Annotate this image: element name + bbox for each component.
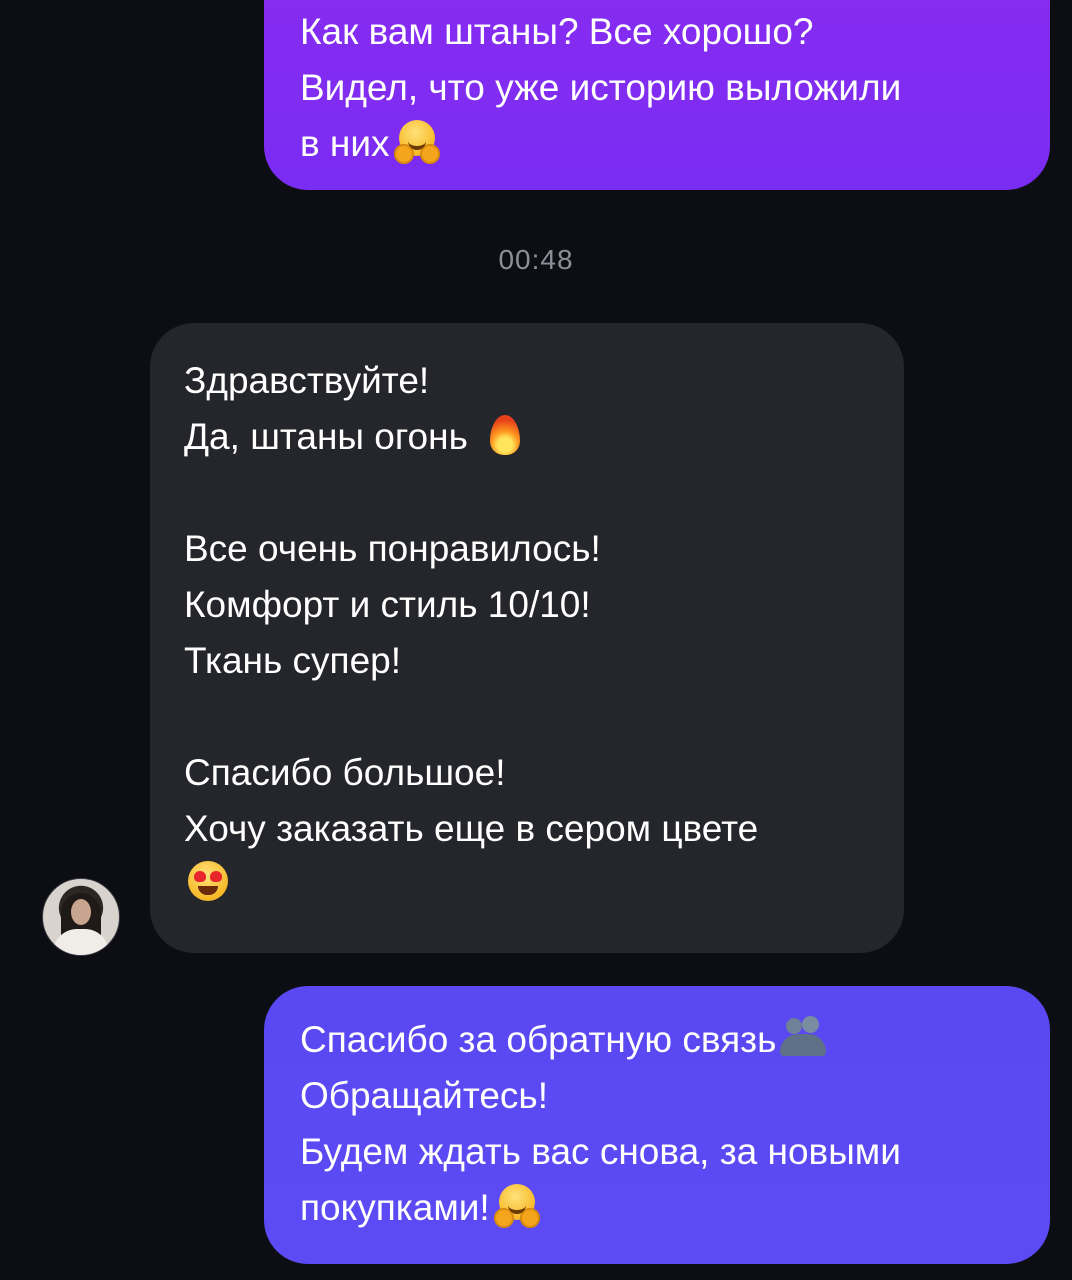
message-line: Здравствуйте! — [184, 360, 430, 401]
message-line-text: в них — [300, 123, 390, 164]
message-line-text: Да, штаны огонь — [184, 416, 468, 457]
message-line — [184, 689, 904, 745]
message-line: Все очень понравилось! — [184, 528, 601, 569]
avatar[interactable] — [42, 878, 120, 956]
message-timestamp: 00:48 — [498, 244, 574, 275]
message-line — [184, 857, 904, 913]
incoming-message[interactable]: Здравствуйте! Да, штаны огонь Все очень … — [150, 323, 904, 953]
smiling-face-with-open-hands-icon — [393, 118, 440, 164]
message-line: в них — [300, 116, 1050, 172]
people-hugging-icon — [780, 1014, 827, 1060]
message-line: покупками! — [300, 1180, 1050, 1236]
message-line — [184, 465, 904, 521]
smiling-face-with-open-hands-icon — [493, 1182, 540, 1228]
message-thread: Как вам штаны? Все хорошо? Видел, что уж… — [0, 0, 1072, 1280]
outgoing-message[interactable]: Как вам штаны? Все хорошо? Видел, что уж… — [264, 0, 1050, 190]
outgoing-message[interactable]: Спасибо за обратную связь Обращайтесь! Б… — [264, 986, 1050, 1264]
message-line: Обращайтесь! — [300, 1075, 548, 1116]
message-line: Спасибо за обратную связь — [300, 1012, 1050, 1068]
message-line: Как вам штаны? Все хорошо? — [300, 11, 814, 52]
message-line: Да, штаны огонь — [184, 409, 904, 465]
message-line: Комфорт и стиль 10/10! — [184, 584, 591, 625]
message-line: Спасибо большое! — [184, 752, 506, 793]
message-line: Видел, что уже историю выложили — [300, 67, 902, 108]
message-line: Хочу заказать еще в сером цвете — [184, 808, 759, 849]
message-line: Будем ждать вас снова, за новыми — [300, 1131, 901, 1172]
fire-icon — [482, 411, 528, 457]
message-line-text: покупками! — [300, 1187, 490, 1228]
message-line-text: Спасибо за обратную связь — [300, 1019, 777, 1060]
message-line: Ткань супер! — [184, 640, 402, 681]
heart-eyes-icon — [184, 859, 230, 905]
